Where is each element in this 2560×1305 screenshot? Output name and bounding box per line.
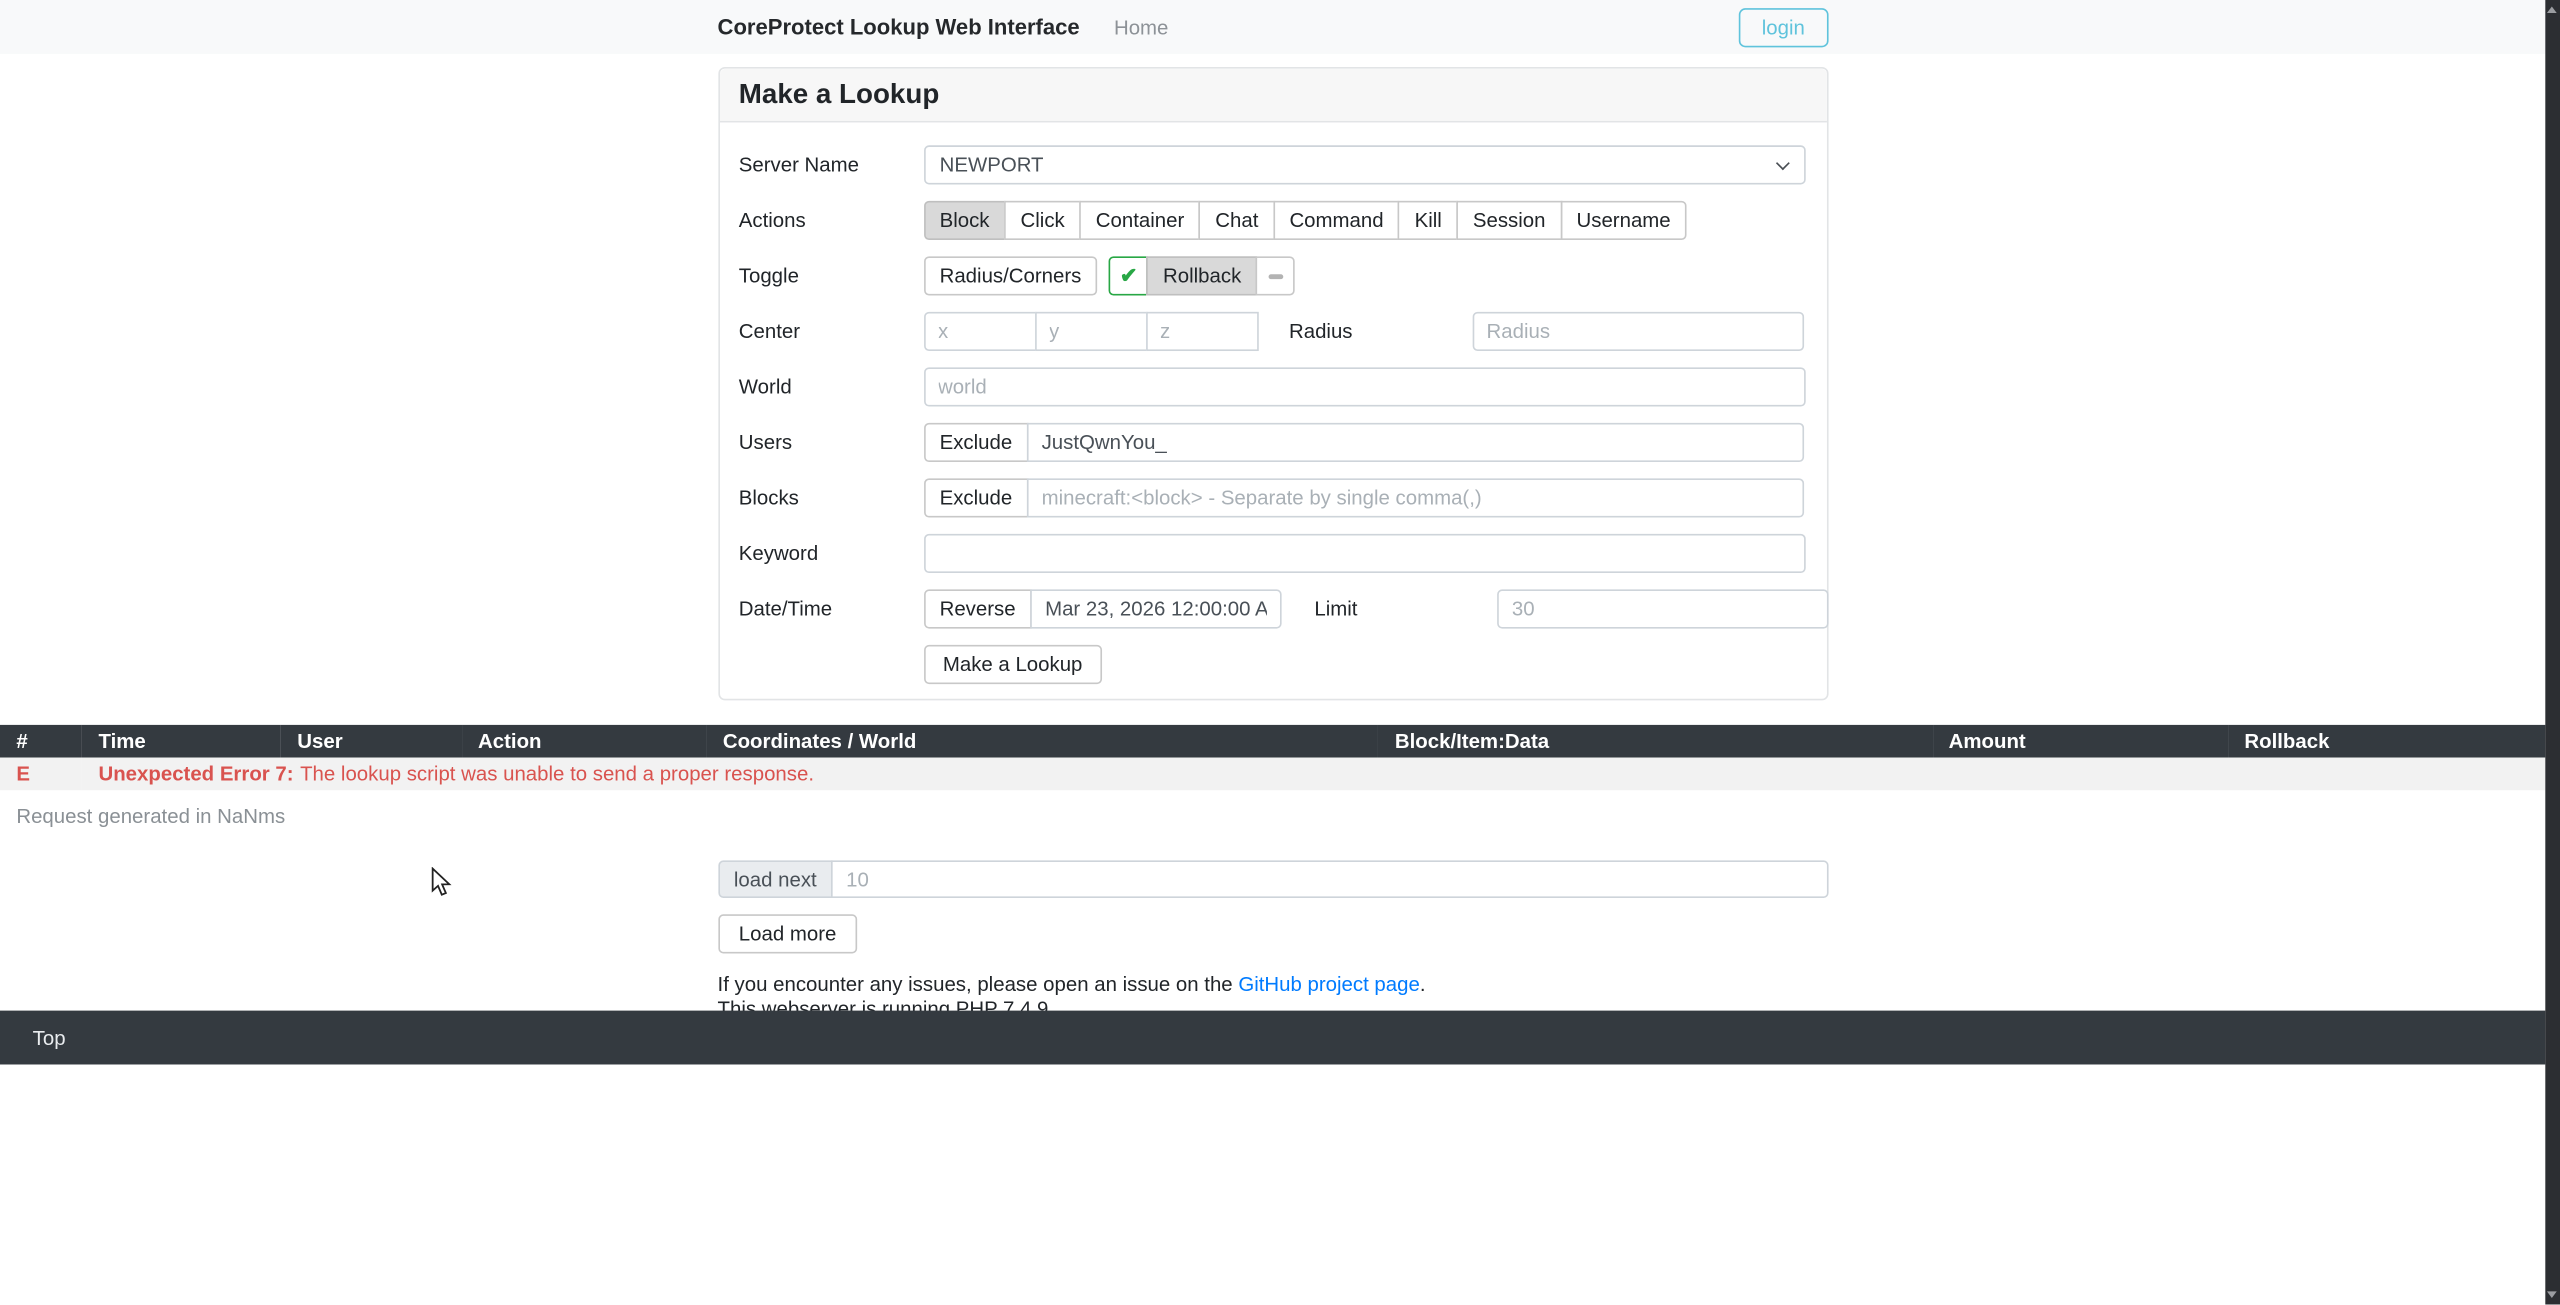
keyword-row: Keyword [739, 534, 1803, 573]
actions-row: Actions Block Click Container Chat Comma… [739, 201, 1803, 240]
col-time: Time [82, 725, 281, 758]
rollback-toggle-button[interactable]: Rollback [1147, 256, 1258, 295]
check-icon: ✔ [1120, 263, 1138, 289]
minus-icon [1268, 273, 1283, 278]
check-toggle-button[interactable]: ✔ [1109, 256, 1148, 295]
rollback-toggle-group: ✔ Rollback [1109, 256, 1295, 295]
action-command-button[interactable]: Command [1273, 201, 1400, 240]
col-block-item-data: Block/Item:Data [1379, 725, 1933, 758]
request-status: Request generated in NaNms [16, 805, 2545, 828]
radius-label: Radius [1289, 312, 1472, 343]
lookup-panel: Make a Lookup Server Name NEWPORT Action… [718, 67, 1828, 700]
issues-note-period: . [1420, 973, 1426, 996]
blocks-row: Blocks Exclude [739, 478, 1803, 517]
center-z-input[interactable] [1145, 312, 1258, 351]
toggle-label: Toggle [739, 256, 923, 295]
limit-input[interactable] [1497, 589, 1828, 628]
scrollbar-up-arrow-icon[interactable] [2547, 7, 2557, 14]
results-table: # Time User Action Coordinates / World B… [0, 725, 2545, 790]
server-name-select[interactable]: NEWPORT [923, 145, 1805, 184]
load-next-label: load next [718, 860, 833, 898]
error-row-message: Unexpected Error 7: The lookup script was… [82, 758, 2545, 791]
chevron-down-icon [1775, 156, 1789, 170]
issues-note: If you encounter any issues, please open… [718, 973, 1828, 997]
col-action: Action [462, 725, 707, 758]
panel-title: Make a Lookup [719, 69, 1826, 123]
action-block-button[interactable]: Block [923, 201, 1006, 240]
error-row-id: E [0, 758, 82, 791]
error-title: Unexpected Error 7: [98, 762, 293, 785]
server-name-value: NEWPORT [940, 153, 1044, 176]
vertical-scrollbar[interactable] [2545, 0, 2560, 1305]
login-button[interactable]: login [1739, 7, 1828, 46]
blocks-input[interactable] [1027, 478, 1803, 517]
actions-label: Actions [739, 201, 923, 240]
issues-note-text: If you encounter any issues, please open… [718, 973, 1239, 996]
action-session-button[interactable]: Session [1457, 201, 1562, 240]
actions-button-group: Block Click Container Chat Command Kill … [923, 201, 1687, 240]
keyword-label: Keyword [739, 534, 923, 573]
navbar: CoreProtect Lookup Web Interface Home lo… [0, 0, 2545, 54]
datetime-row: Date/Time Reverse Limit [739, 589, 1803, 628]
reverse-button[interactable]: Reverse [923, 589, 1032, 628]
world-input[interactable] [923, 367, 1805, 406]
col-amount: Amount [1932, 725, 2228, 758]
center-y-input[interactable] [1034, 312, 1147, 351]
scrollbar-down-arrow-icon[interactable] [2547, 1292, 2557, 1299]
col-number: # [0, 725, 82, 758]
make-lookup-button[interactable]: Make a Lookup [923, 645, 1102, 684]
limit-label: Limit [1314, 589, 1497, 620]
col-coordinates-world: Coordinates / World [707, 725, 1379, 758]
error-text: The lookup script was unable to send a p… [300, 762, 814, 785]
submit-row: Make a Lookup [739, 645, 1803, 684]
keyword-input[interactable] [923, 534, 1805, 573]
users-input[interactable] [1027, 423, 1803, 462]
app-title: CoreProtect Lookup Web Interface [718, 15, 1080, 39]
radius-corners-toggle-button[interactable]: Radius/Corners [923, 256, 1097, 295]
blocks-exclude-button[interactable]: Exclude [923, 478, 1028, 517]
top-link[interactable]: Top [33, 1026, 66, 1049]
load-more-button[interactable]: Load more [718, 914, 858, 953]
center-x-input[interactable] [923, 312, 1036, 351]
radius-input[interactable] [1472, 312, 1803, 351]
users-label: Users [739, 423, 923, 462]
world-label: World [739, 367, 923, 406]
submit-spacer [739, 645, 923, 684]
center-label: Center [739, 312, 923, 351]
bottom-bar: Top [0, 1011, 2545, 1065]
datetime-label: Date/Time [739, 589, 923, 628]
load-next-count-input[interactable] [831, 860, 1827, 898]
blocks-label: Blocks [739, 478, 923, 517]
col-user: User [281, 725, 462, 758]
action-kill-button[interactable]: Kill [1398, 201, 1458, 240]
server-name-label: Server Name [739, 145, 923, 184]
load-next-group: load next [718, 860, 1828, 898]
nav-home-link[interactable]: Home [1114, 16, 1168, 39]
datetime-input[interactable] [1030, 589, 1281, 628]
minus-toggle-button[interactable] [1256, 256, 1295, 295]
action-click-button[interactable]: Click [1004, 201, 1081, 240]
col-rollback: Rollback [2228, 725, 2545, 758]
center-row: Center Radius [739, 312, 1803, 351]
error-row: E Unexpected Error 7: The lookup script w… [0, 758, 2545, 791]
users-row: Users Exclude [739, 423, 1803, 462]
github-project-link[interactable]: GitHub project page [1238, 973, 1420, 996]
page: CoreProtect Lookup Web Interface Home lo… [0, 0, 2560, 1305]
toggle-row: Toggle Radius/Corners ✔ Rollback [739, 256, 1803, 295]
action-username-button[interactable]: Username [1560, 201, 1687, 240]
server-name-row: Server Name NEWPORT [739, 145, 1803, 184]
action-container-button[interactable]: Container [1079, 201, 1200, 240]
results-header-row: # Time User Action Coordinates / World B… [0, 725, 2545, 758]
users-exclude-button[interactable]: Exclude [923, 423, 1028, 462]
world-row: World [739, 367, 1803, 406]
action-chat-button[interactable]: Chat [1199, 201, 1275, 240]
